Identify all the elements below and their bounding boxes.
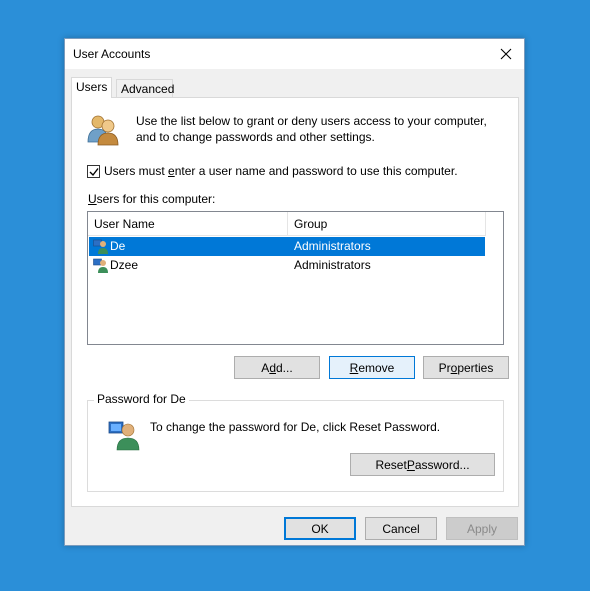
close-button[interactable] <box>488 39 524 69</box>
remove-button-text: emove <box>358 360 395 375</box>
user-icon <box>93 258 108 273</box>
listview-header: User Name Group <box>88 212 486 236</box>
close-icon <box>500 48 512 60</box>
reset-button-text-2: assword... <box>414 457 470 472</box>
properties-button-accel: o <box>450 360 458 375</box>
password-group-legend: Password for De <box>94 392 189 406</box>
add-user-button[interactable]: Ad d... <box>234 356 320 379</box>
apply-button[interactable]: Apply <box>446 517 518 540</box>
users-label-text: sers for this computer: <box>96 192 216 206</box>
ok-button[interactable]: OK <box>284 517 356 540</box>
reset-button-accel: P <box>406 457 415 472</box>
user-key-icon <box>108 421 140 451</box>
intro-text: Use the list below to grant or deny user… <box>136 114 487 144</box>
tab-users-label: Users <box>76 80 108 94</box>
user-group-cell: Administrators <box>294 258 371 272</box>
column-header-user-name[interactable]: User Name <box>88 212 287 236</box>
user-name-cell: Dzee <box>110 258 139 272</box>
password-groupbox <box>87 400 504 492</box>
window-title: User Accounts <box>73 47 151 61</box>
remove-button-accel: R <box>349 360 359 375</box>
reset-password-button[interactable]: Reset Password... <box>350 453 495 476</box>
user-group-cell: Administrators <box>294 239 371 253</box>
checkmark-icon <box>89 167 99 176</box>
add-button-accel: d <box>269 360 276 375</box>
tab-users[interactable]: Users <box>71 77 112 98</box>
require-login-checkbox[interactable] <box>87 165 100 178</box>
tab-advanced-label: Advanced <box>121 82 175 96</box>
users-group-icon <box>87 115 119 146</box>
users-label-accel: U <box>88 192 97 206</box>
column-header-group[interactable]: Group <box>288 212 486 236</box>
properties-button-text-2: perties <box>457 360 494 375</box>
list-item[interactable]: Dzee Administrators <box>89 256 485 275</box>
add-button-text-2: d... <box>276 360 293 375</box>
require-login-label[interactable]: Users must enter a user name and passwor… <box>104 164 458 178</box>
title-bar: User Accounts <box>65 39 524 69</box>
user-accounts-dialog: User Accounts Users Advanced Use the lis… <box>64 38 525 546</box>
remove-user-button[interactable]: Remove <box>329 356 415 379</box>
users-tab-panel: Use the list below to grant or deny user… <box>71 97 519 507</box>
properties-button[interactable]: Pr o perties <box>423 356 509 379</box>
user-icon <box>93 239 108 254</box>
require-login-accel: e <box>168 164 175 178</box>
password-instruction-text: To change the password for De, click Res… <box>150 420 441 434</box>
require-login-text-2: nter a user name and password to use thi… <box>174 164 458 178</box>
users-listview[interactable]: User Name Group De Administrators Dzee A… <box>87 211 504 345</box>
user-name-cell: De <box>110 239 126 253</box>
list-item[interactable]: De Administrators <box>89 237 485 256</box>
column-separator[interactable] <box>485 212 486 236</box>
reset-button-text-1: Reset <box>375 457 407 472</box>
properties-button-text-1: Pr <box>438 360 451 375</box>
add-button-text-1: A <box>261 360 270 375</box>
cancel-button[interactable]: Cancel <box>365 517 437 540</box>
tab-advanced[interactable]: Advanced <box>116 79 175 97</box>
users-list-label: Users for this computer: <box>88 192 215 206</box>
require-login-text-1: Users must <box>104 164 169 178</box>
